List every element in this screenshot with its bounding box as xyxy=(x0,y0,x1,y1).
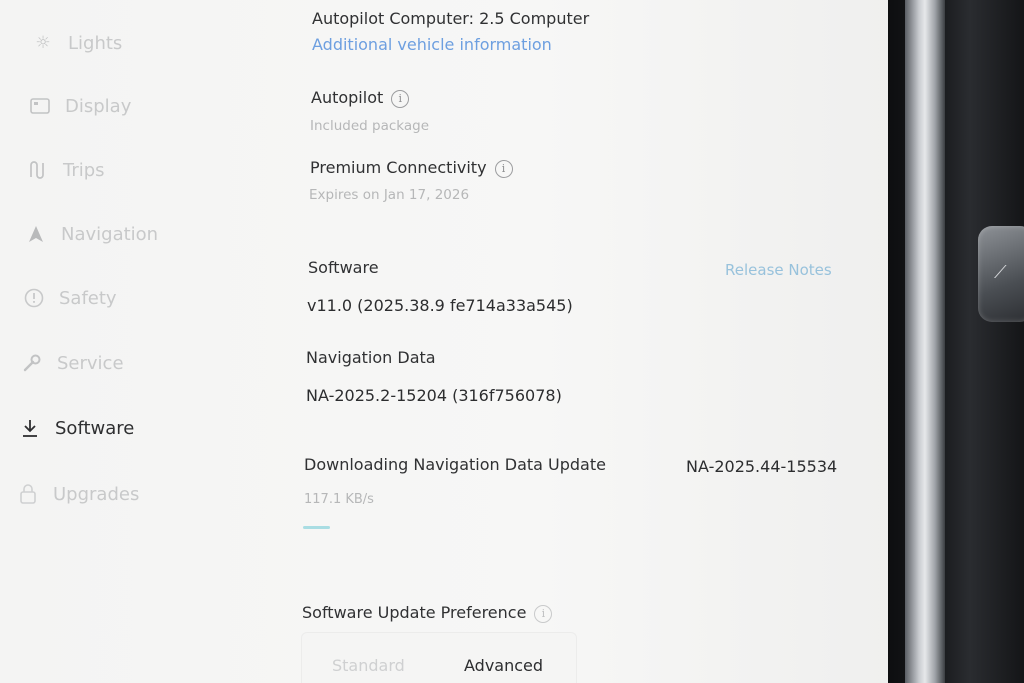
sidebar-item-label: Lights xyxy=(68,32,123,54)
autopilot-status: Included package xyxy=(310,118,429,134)
sidebar-item-display[interactable]: Display xyxy=(29,95,131,117)
nav-data-title: Navigation Data xyxy=(306,348,436,367)
nav-data-version: NA-2025.2-15204 (316f756078) xyxy=(306,386,562,405)
sidebar-item-lights[interactable]: ☼ Lights xyxy=(32,32,122,54)
update-pref-section: Software Update Preference i xyxy=(302,603,553,623)
wrench-icon xyxy=(21,352,43,374)
seat-icon: ⟋ xyxy=(994,262,1007,283)
sidebar-item-software[interactable]: Software xyxy=(19,417,134,439)
download-speed: 117.1 KB/s xyxy=(304,492,374,507)
update-pref-title: Software Update Preference xyxy=(302,603,527,622)
connectivity-section: Premium Connectivity i xyxy=(310,158,513,178)
additional-info-link[interactable]: Additional vehicle information xyxy=(312,35,552,54)
sun-icon: ☼ xyxy=(35,33,51,53)
download-title: Downloading Navigation Data Update xyxy=(304,455,606,474)
software-title: Software xyxy=(308,258,379,277)
dashboard-trim xyxy=(905,0,945,683)
navigation-arrow-icon xyxy=(25,223,47,245)
sidebar-item-label: Safety xyxy=(59,287,117,309)
autopilot-computer-text: Autopilot Computer: 2.5 Computer xyxy=(312,9,590,28)
sidebar-item-label: Navigation xyxy=(61,223,159,245)
download-progress-bar xyxy=(303,526,843,529)
update-pref-advanced[interactable]: Advanced xyxy=(464,656,543,675)
settings-screen: ☼ Lights Display Trips Navigation Safety… xyxy=(0,0,900,683)
trips-icon xyxy=(27,159,49,181)
sidebar-item-upgrades[interactable]: Upgrades xyxy=(17,483,139,505)
connectivity-title: Premium Connectivity xyxy=(310,158,487,177)
info-icon[interactable]: i xyxy=(391,90,410,108)
info-icon[interactable]: i xyxy=(534,605,553,623)
release-notes-link[interactable]: Release Notes xyxy=(725,261,832,279)
autopilot-section: Autopilot i xyxy=(311,88,410,108)
display-icon xyxy=(29,95,51,117)
sidebar-item-service[interactable]: Service xyxy=(21,352,124,374)
connectivity-expiry: Expires on Jan 17, 2026 xyxy=(309,187,470,203)
lock-icon xyxy=(17,483,39,505)
sidebar-item-navigation[interactable]: Navigation xyxy=(25,223,158,245)
sidebar-item-label: Service xyxy=(57,352,124,374)
sidebar-item-label: Upgrades xyxy=(53,483,140,505)
sidebar-item-label: Software xyxy=(55,417,135,439)
sidebar-item-trips[interactable]: Trips xyxy=(27,159,105,181)
update-pref-standard[interactable]: Standard xyxy=(332,656,405,675)
download-icon xyxy=(19,417,41,439)
sidebar-item-safety[interactable]: Safety xyxy=(23,287,117,309)
autopilot-title: Autopilot xyxy=(311,88,384,107)
alert-circle-icon xyxy=(23,287,45,309)
info-icon[interactable]: i xyxy=(494,160,513,178)
download-target-version: NA-2025.44-15534 xyxy=(686,457,838,476)
sidebar-item-label: Trips xyxy=(63,159,105,181)
sidebar-item-label: Display xyxy=(65,95,132,117)
software-version: v11.0 (2025.38.9 fe714a33a545) xyxy=(307,296,573,315)
download-progress-fill xyxy=(303,526,330,529)
